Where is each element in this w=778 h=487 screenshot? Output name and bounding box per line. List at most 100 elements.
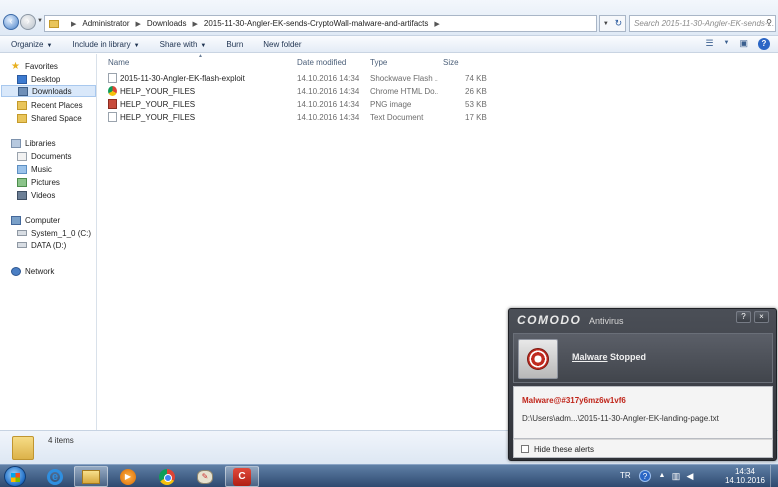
clock[interactable]: 14:34 14.10.2016 bbox=[720, 467, 770, 485]
file-name: 2015-11-30-Angler-EK-flash-exploit bbox=[120, 74, 245, 83]
nav-item-videos[interactable]: Videos bbox=[17, 189, 55, 201]
paint-icon: ✎ bbox=[197, 469, 213, 484]
column-header-date-modified[interactable]: Date modified bbox=[295, 58, 346, 67]
hide-alerts-checkbox[interactable] bbox=[521, 445, 529, 453]
column-header-type[interactable]: Type bbox=[368, 58, 387, 67]
nav-item-documents[interactable]: Documents bbox=[17, 150, 71, 162]
help-button[interactable]: ? bbox=[736, 311, 751, 323]
nav-item-downloads[interactable]: Downloads bbox=[1, 85, 96, 97]
taskbar-internet-explorer[interactable]: e bbox=[38, 466, 72, 487]
file-row[interactable]: HELP_YOUR_FILES 14.10.2016 14:34 PNG ima… bbox=[98, 98, 498, 111]
show-desktop-button[interactable] bbox=[770, 465, 778, 487]
star-icon: ★ bbox=[11, 60, 20, 72]
breadcrumb-administrator[interactable]: Administrator ▶ bbox=[82, 19, 147, 28]
volume-icon[interactable]: ◀ bbox=[684, 470, 696, 482]
taskbar-comodo[interactable]: C bbox=[225, 466, 259, 487]
libraries-icon bbox=[11, 138, 21, 148]
refresh-icon[interactable]: ↻ bbox=[615, 18, 623, 29]
file-name: HELP_YOUR_FILES bbox=[120, 100, 196, 109]
nav-favorites[interactable]: ★ Favorites bbox=[11, 60, 58, 72]
view-options-icon[interactable]: ☰ bbox=[705, 38, 713, 50]
burn-button[interactable]: Burn bbox=[226, 40, 243, 49]
file-date: 14.10.2016 14:34 bbox=[297, 87, 360, 96]
column-header-name[interactable]: Name bbox=[106, 58, 129, 67]
search-input[interactable]: Search 2015-11-30-Angler-EK-sends-... ⚲ bbox=[629, 15, 776, 32]
file-size: 17 KB bbox=[465, 113, 487, 122]
recent-pages-dropdown-icon[interactable]: ▼ bbox=[37, 18, 43, 24]
alert-title: Malware Stopped bbox=[572, 352, 646, 362]
sort-arrow-icon: ▲ bbox=[198, 53, 203, 59]
taskbar-windows-explorer[interactable] bbox=[74, 466, 108, 487]
chevron-down-icon: ▼ bbox=[46, 42, 53, 49]
downloads-icon bbox=[18, 86, 28, 96]
nav-item-pictures[interactable]: Pictures bbox=[17, 176, 60, 188]
show-hidden-icons-icon[interactable]: ▲ bbox=[656, 470, 668, 482]
nav-libraries[interactable]: Libraries bbox=[11, 137, 56, 149]
nav-item-drive-c[interactable]: System_1_0 (C:) bbox=[17, 227, 91, 239]
taskbar-media-player[interactable]: ▶ bbox=[111, 466, 145, 487]
column-header-size[interactable]: Size bbox=[441, 58, 459, 67]
back-arrow-icon[interactable]: ‹ bbox=[3, 14, 19, 30]
malware-name: Malware@#317y6mz6w1vf6 bbox=[522, 396, 626, 405]
start-button[interactable] bbox=[4, 466, 26, 487]
nav-network[interactable]: Network bbox=[11, 265, 54, 277]
address-dropdown-icon[interactable]: ▼ bbox=[603, 21, 609, 27]
file-type: Text Document bbox=[370, 113, 424, 122]
search-icon[interactable]: ⚲ bbox=[766, 18, 772, 27]
png-image-icon bbox=[108, 99, 117, 109]
view-dropdown-icon[interactable]: ▼ bbox=[724, 38, 730, 50]
system-tray: TR ? ▲ ▥ ◀ 14:34 14.10.2016 bbox=[608, 465, 778, 487]
computer-icon bbox=[11, 215, 21, 225]
nav-item-shared-space[interactable]: Shared Space bbox=[17, 112, 82, 124]
windows-explorer-icon bbox=[82, 469, 100, 484]
help-icon[interactable]: ? bbox=[758, 38, 770, 50]
breadcrumb-current-folder[interactable]: 2015-11-30-Angler-EK-sends-CryptoWall-ma… bbox=[204, 19, 446, 28]
hide-alerts-label[interactable]: Hide these alerts bbox=[534, 445, 594, 454]
file-name: HELP_YOUR_FILES bbox=[120, 113, 196, 122]
breadcrumb-downloads[interactable]: Downloads ▶ bbox=[147, 19, 204, 28]
file-type: Shockwave Flash ... bbox=[370, 74, 438, 83]
file-name: HELP_YOUR_FILES bbox=[120, 87, 196, 96]
desktop-icon bbox=[17, 74, 27, 84]
include-in-library-button[interactable]: Include in library ▼ bbox=[72, 40, 139, 49]
recent-places-icon bbox=[17, 100, 27, 110]
close-button[interactable]: × bbox=[754, 311, 769, 323]
alert-body: Malware@#317y6mz6w1vf6 D:\Users\adm...\2… bbox=[513, 386, 773, 439]
malware-link[interactable]: Malware bbox=[572, 352, 608, 362]
breadcrumb-sep[interactable]: ▶ bbox=[65, 20, 82, 28]
navigation-pane: ★ Favorites Desktop Downloads Recent Pla… bbox=[0, 54, 97, 430]
pictures-icon bbox=[17, 177, 27, 187]
nav-item-recent-places[interactable]: Recent Places bbox=[17, 99, 83, 111]
organize-button[interactable]: Organize ▼ bbox=[11, 40, 52, 49]
command-bar: Organize ▼ Include in library ▼ Share with… bbox=[0, 36, 778, 53]
network-tray-icon[interactable]: ▥ bbox=[670, 470, 682, 482]
nav-item-desktop[interactable]: Desktop bbox=[17, 73, 60, 85]
file-row[interactable]: HELP_YOUR_FILES 14.10.2016 14:34 Chrome … bbox=[98, 85, 498, 98]
media-player-icon: ▶ bbox=[120, 468, 136, 485]
help-tray-icon[interactable]: ? bbox=[639, 470, 651, 482]
share-with-button[interactable]: Share with ▼ bbox=[160, 40, 207, 49]
taskbar-chrome[interactable] bbox=[150, 466, 184, 487]
file-type: Chrome HTML Do... bbox=[370, 87, 438, 96]
breadcrumb[interactable]: ▶ Administrator ▶ Downloads ▶ 2015-11-30-A… bbox=[44, 15, 597, 32]
chrome-html-icon bbox=[108, 86, 117, 96]
file-row[interactable]: HELP_YOUR_FILES 14.10.2016 14:34 Text Do… bbox=[98, 111, 498, 124]
folder-icon bbox=[49, 19, 59, 28]
forward-arrow-icon[interactable]: › bbox=[20, 14, 36, 30]
address-bar: ‹ › ▼ ▶ Administrator ▶ Downloads ▶ 2015-1… bbox=[0, 0, 778, 36]
preview-pane-icon[interactable]: ▣ bbox=[739, 38, 748, 50]
file-row[interactable]: 2015-11-30-Angler-EK-flash-exploit 14.10… bbox=[98, 72, 498, 85]
nav-item-drive-d[interactable]: DATA (D:) bbox=[17, 239, 66, 251]
nav-computer[interactable]: Computer bbox=[11, 214, 60, 226]
text-file-icon bbox=[108, 112, 117, 122]
drive-icon bbox=[17, 242, 27, 248]
taskbar-paint[interactable]: ✎ bbox=[188, 466, 222, 487]
clock-date: 14.10.2016 bbox=[724, 476, 766, 485]
comodo-alert-popup: COMODO Antivirus ? × Malware Stopped Mal… bbox=[508, 308, 777, 461]
windows-logo-icon bbox=[11, 473, 20, 482]
nav-item-music[interactable]: Music bbox=[17, 163, 52, 175]
language-indicator[interactable]: TR bbox=[620, 471, 631, 480]
new-folder-button[interactable]: New folder bbox=[263, 40, 301, 49]
drive-icon bbox=[17, 230, 27, 236]
documents-icon bbox=[17, 151, 27, 161]
